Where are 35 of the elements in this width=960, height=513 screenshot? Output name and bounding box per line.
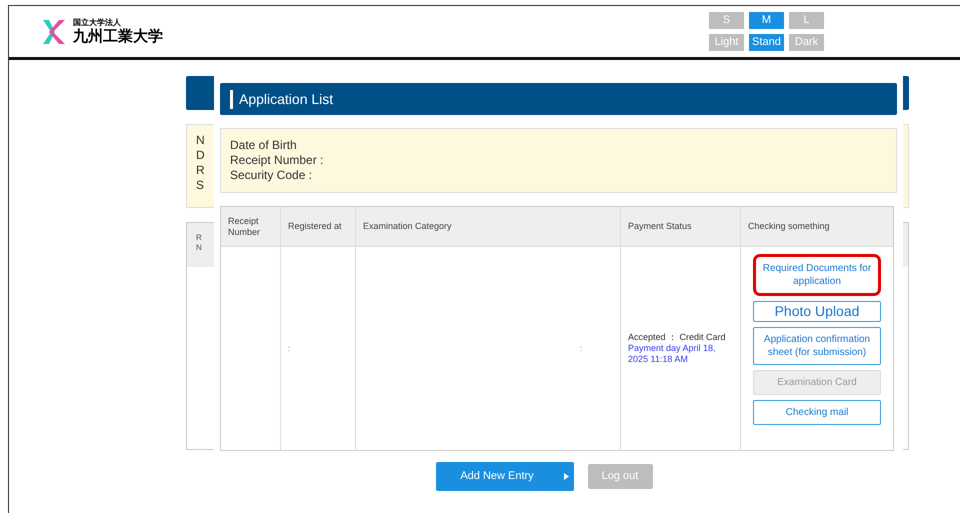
payment-date: Payment day April 18, 2025 11:18 AM xyxy=(628,343,717,365)
toggle-button[interactable]: Stand xyxy=(749,34,784,51)
logo-subtitle: 国立大学法人 xyxy=(73,18,122,28)
column-header: Checking something xyxy=(748,221,830,232)
logo-icon xyxy=(41,18,67,46)
card-text: S xyxy=(196,178,204,193)
action-button[interactable]: Application confirmation sheet (for submission) xyxy=(753,327,881,365)
table-cell: : xyxy=(580,342,582,354)
logo-title: 九州工業大学 xyxy=(73,28,163,46)
column-header: Payment Status xyxy=(628,221,692,232)
info-text: Date of Birth xyxy=(230,138,297,153)
action-button[interactable]: Required Documents for application xyxy=(753,254,881,296)
logout-button[interactable]: Log out xyxy=(588,464,652,489)
toggle-button[interactable]: M xyxy=(749,12,784,29)
toggle-button[interactable]: Dark xyxy=(789,34,824,51)
header-text: N xyxy=(196,243,202,253)
card-text: D xyxy=(196,148,205,163)
column-header: Registered at xyxy=(288,221,342,232)
action-button[interactable]: Checking mail xyxy=(753,400,881,425)
dialog-title: Application List xyxy=(239,90,334,109)
info-text: Receipt Number : xyxy=(230,153,324,168)
info-text: Security Code : xyxy=(230,168,312,183)
toggle-button[interactable]: L xyxy=(789,12,824,29)
toggle-button[interactable]: Light xyxy=(709,34,744,51)
card-text: R xyxy=(196,163,205,178)
toggle-button[interactable]: S xyxy=(709,12,744,29)
caret-icon xyxy=(564,473,569,480)
card-text: N xyxy=(196,133,205,148)
column-header: Examination Category xyxy=(363,221,452,232)
add-entry-button[interactable]: Add New Entry xyxy=(436,462,574,491)
action-button[interactable]: Photo Upload xyxy=(753,301,881,322)
table-cell: : xyxy=(288,342,290,354)
payment-status: Accepted ： Credit Card xyxy=(628,332,727,343)
header-text: R xyxy=(196,233,202,243)
column-header: Receipt Number xyxy=(228,216,262,238)
